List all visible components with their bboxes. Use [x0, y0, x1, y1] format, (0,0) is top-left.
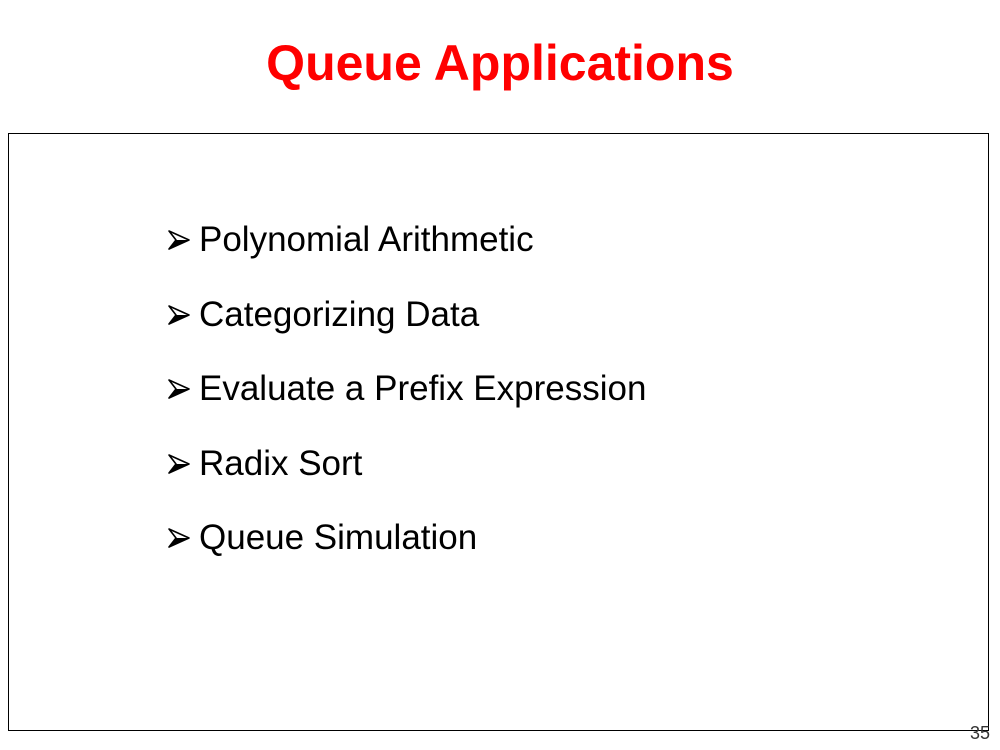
- arrow-bullet-icon: [167, 513, 199, 563]
- arrow-bullet-icon: [167, 439, 199, 489]
- bullet-label: Queue Simulation: [199, 518, 478, 557]
- slide-title: Queue Applications: [266, 35, 734, 91]
- arrow-bullet-icon: [167, 290, 199, 340]
- bullet-label: Categorizing Data: [199, 294, 480, 334]
- list-item: Evaluate a Prefix Expression: [167, 364, 646, 414]
- list-item: Polynomial Arithmetic: [167, 215, 646, 265]
- page-number: 35: [969, 723, 990, 743]
- bullet-label: Evaluate a Prefix Expression: [199, 369, 647, 408]
- bullet-label: Polynomial Arithmetic: [199, 220, 534, 259]
- arrow-bullet-icon: [167, 215, 199, 265]
- arrow-bullet-icon: [167, 364, 199, 414]
- bullet-list: Polynomial Arithmetic Categorizing Data …: [167, 215, 646, 588]
- list-item: Queue Simulation: [167, 513, 646, 563]
- bullet-label: Radix Sort: [199, 443, 363, 483]
- list-item: Radix Sort: [167, 439, 646, 489]
- list-item: Categorizing Data: [167, 290, 646, 340]
